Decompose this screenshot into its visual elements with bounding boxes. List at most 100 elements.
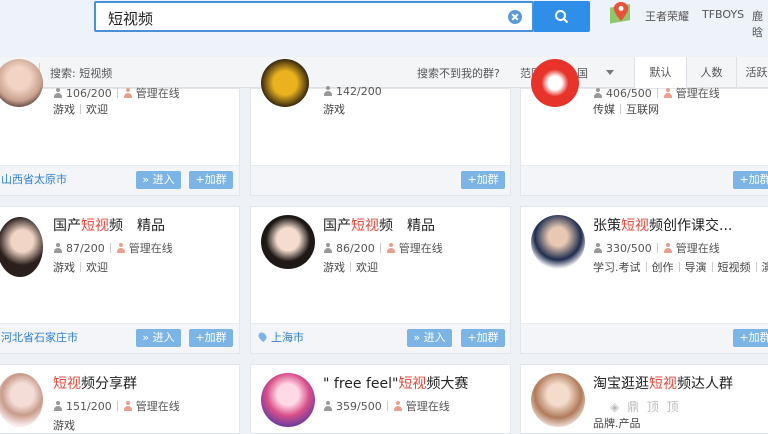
chevron-down-icon[interactable] bbox=[606, 70, 614, 75]
avatar bbox=[0, 373, 43, 427]
avatar bbox=[0, 59, 43, 107]
card-footer bbox=[521, 323, 768, 353]
top-bar: 短视频 王者荣耀 TFBOYS 鹿晗 bbox=[0, 0, 768, 56]
join-group-button[interactable]: +加群 bbox=[189, 329, 233, 347]
avatar bbox=[0, 217, 43, 277]
avatar bbox=[531, 59, 579, 107]
group-card[interactable]: 国产短视频 精品 86/200 管理在线 游戏欢迎 上海市 » 进入 +加群 bbox=[250, 206, 511, 354]
members-icon bbox=[323, 243, 333, 253]
members-icon bbox=[593, 243, 603, 253]
admin-status: 管理在线 bbox=[406, 400, 450, 413]
members-icon bbox=[53, 88, 63, 98]
tab-members[interactable]: 人数 bbox=[686, 57, 736, 88]
avatar bbox=[531, 373, 585, 427]
search-summary: 搜索: 短视频 bbox=[50, 65, 112, 81]
group-title[interactable]: 淘宝逛逛短视频达人群 bbox=[593, 373, 733, 393]
member-count: 406/500 bbox=[606, 87, 652, 100]
tag: 品牌.产品 bbox=[593, 417, 641, 430]
admin-status: 管理在线 bbox=[399, 242, 443, 255]
not-found-link[interactable]: 搜索不到我的群? bbox=[417, 65, 500, 81]
tag: 欢迎 bbox=[356, 261, 378, 274]
hot-tag-2[interactable]: TFBOYS bbox=[702, 8, 744, 21]
member-count: 106/200 bbox=[66, 87, 112, 100]
admin-status: 管理在线 bbox=[676, 87, 720, 100]
location: 山西省太原市 bbox=[1, 171, 67, 187]
tag: 短视频 bbox=[718, 261, 751, 274]
member-count: 86/200 bbox=[336, 242, 375, 255]
members-icon bbox=[593, 88, 603, 98]
avatar bbox=[261, 59, 309, 107]
member-count: 151/200 bbox=[66, 400, 112, 413]
enter-button[interactable]: » 进入 bbox=[407, 329, 452, 347]
tag: 创作 bbox=[652, 261, 674, 274]
group-card[interactable]: 国产短视频 精品 87/200 管理在线 游戏欢迎 河北省石家庄市 » 进入 +加… bbox=[0, 206, 240, 354]
group-title[interactable]: 短视频分享群 bbox=[53, 373, 137, 393]
tab-default[interactable]: 默认 bbox=[634, 57, 686, 88]
tag: 游戏 bbox=[53, 419, 75, 432]
admin-status: 管理在线 bbox=[676, 242, 720, 255]
tab-active[interactable]: 活跃 bbox=[736, 57, 768, 88]
group-card[interactable]: 142/200 游戏 +加群 bbox=[250, 88, 511, 196]
admin-icon bbox=[663, 243, 673, 253]
hot-tag-3[interactable]: 鹿晗 bbox=[752, 8, 768, 40]
group-title[interactable]: 国产短视频 精品 bbox=[53, 215, 165, 235]
group-card[interactable]: 106/200 管理在线 游戏欢迎 山西省太原市 » 进入 +加群 bbox=[0, 88, 240, 196]
join-group-button[interactable]: +加群 bbox=[461, 329, 505, 347]
search-icon bbox=[554, 9, 569, 24]
admin-icon bbox=[123, 401, 133, 411]
member-count: 87/200 bbox=[66, 242, 105, 255]
group-card[interactable]: 406/500 管理在线 传媒互联网 +加群 bbox=[520, 88, 768, 196]
member-count: 330/500 bbox=[606, 242, 652, 255]
avatar bbox=[531, 215, 585, 269]
join-group-button[interactable]: +加群 bbox=[461, 171, 505, 189]
join-group-button[interactable]: +加群 bbox=[733, 171, 768, 189]
members-icon bbox=[53, 401, 63, 411]
avatar bbox=[261, 215, 315, 269]
card-footer bbox=[521, 165, 768, 195]
enter-button[interactable]: » 进入 bbox=[136, 171, 181, 189]
admin-icon bbox=[393, 401, 403, 411]
tag: 学习.考试 bbox=[593, 261, 641, 274]
location: 河北省石家庄市 bbox=[1, 329, 78, 345]
admin-icon bbox=[116, 243, 126, 253]
admin-status: 管理在线 bbox=[136, 87, 180, 100]
tag: 导演 bbox=[685, 261, 707, 274]
search-input[interactable]: 短视频 bbox=[94, 1, 534, 32]
location-pin-icon bbox=[257, 331, 268, 342]
enter-button[interactable]: » 进入 bbox=[136, 329, 181, 347]
tag: 欢迎 bbox=[86, 261, 108, 274]
tag: 游戏 bbox=[53, 103, 75, 116]
admin-icon bbox=[663, 88, 673, 98]
tag: 游戏 bbox=[323, 103, 345, 116]
group-title[interactable]: 张策短视频创作课交... bbox=[593, 215, 732, 235]
search-query: 短视频 bbox=[108, 8, 153, 29]
admin-status: 管理在线 bbox=[129, 242, 173, 255]
watermark: ◈ 鼎 顶 顶 bbox=[610, 398, 681, 415]
tag: 游戏 bbox=[323, 261, 345, 274]
admin-icon bbox=[386, 243, 396, 253]
group-title[interactable]: " free feel"短视频大赛 bbox=[323, 373, 468, 393]
search-button[interactable] bbox=[534, 1, 590, 32]
group-title[interactable]: 国产短视频 精品 bbox=[323, 215, 435, 235]
tag: 互联网 bbox=[626, 103, 659, 116]
join-group-button[interactable]: +加群 bbox=[189, 171, 233, 189]
member-count: 359/500 bbox=[336, 400, 382, 413]
tag: 欢迎 bbox=[86, 103, 108, 116]
tag: 演 bbox=[762, 261, 768, 274]
map-pin-icon[interactable] bbox=[608, 0, 634, 30]
tag: 游戏 bbox=[53, 261, 75, 274]
members-icon bbox=[53, 243, 63, 253]
filter-bar: 返回 搜索: 短视频 搜索不到我的群? 范围: 全国 默认 人数 活跃 bbox=[0, 57, 768, 88]
members-icon bbox=[323, 401, 333, 411]
group-card[interactable]: 张策短视频创作课交... 330/500 管理在线 学习.考试创作导演短视频演 +… bbox=[520, 206, 768, 354]
group-card[interactable]: 短视频分享群 151/200管理在线 游戏 bbox=[0, 364, 240, 434]
member-count: 142/200 bbox=[336, 85, 382, 98]
join-group-button[interactable]: +加群 bbox=[733, 329, 768, 347]
group-card[interactable]: " free feel"短视频大赛 359/500 管理在线 bbox=[250, 364, 511, 434]
clear-icon[interactable] bbox=[508, 10, 522, 24]
admin-icon bbox=[123, 88, 133, 98]
location: 上海市 bbox=[259, 329, 304, 345]
hot-tag-1[interactable]: 王者荣耀 bbox=[645, 8, 689, 24]
tag: 传媒 bbox=[593, 103, 615, 116]
avatar bbox=[261, 373, 315, 427]
